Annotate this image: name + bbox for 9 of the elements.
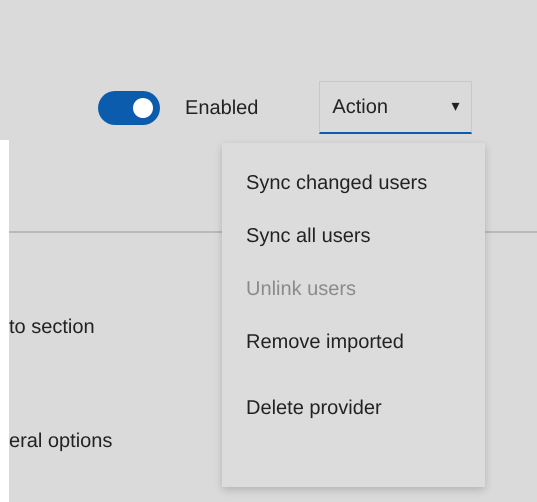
action-dropdown[interactable]: Action ▾ — [319, 81, 472, 134]
section-label: eral options — [9, 430, 112, 452]
menu-item[interactable]: Remove imported — [222, 322, 485, 362]
toggle-switch[interactable] — [98, 90, 160, 124]
section-label: to section — [9, 316, 95, 338]
menu-item[interactable]: Sync changed users — [222, 163, 485, 203]
menu-item[interactable]: Delete provider — [222, 388, 485, 428]
menu-item[interactable]: Sync all users — [222, 216, 485, 256]
toggle-label: Enabled — [185, 96, 258, 120]
